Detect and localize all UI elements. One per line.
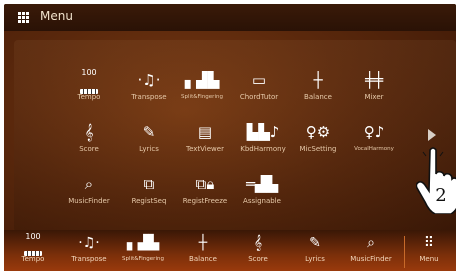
bottom-item-music-finder[interactable]: ⌕ MusicFinder bbox=[346, 232, 396, 270]
bottom-item-lyrics[interactable]: ✎ Lyrics bbox=[290, 232, 340, 270]
menu-item-label: RegistFreeze bbox=[182, 197, 228, 205]
music-finder-icon: ⌕ bbox=[84, 175, 94, 193]
bottom-item-label: MusicFinder bbox=[350, 255, 392, 263]
score-icon: 𝄞 bbox=[84, 123, 94, 141]
split-fingering-icon: ▖▟▙ bbox=[184, 71, 220, 89]
menu-item-label: Balance bbox=[304, 93, 332, 101]
bottom-shortcut-bar: 100 Tempo ·♫· Transpose ▖▟▙ Split&Finger… bbox=[4, 230, 456, 271]
menu-item-label: Tempo bbox=[77, 93, 101, 101]
regist-freeze-icon: ⧉🔒︎ bbox=[195, 175, 215, 193]
regist-seq-icon: ⧉ bbox=[143, 175, 155, 193]
lyrics-icon: ✎ bbox=[309, 235, 321, 251]
menu-item-label: MusicFinder bbox=[68, 197, 110, 205]
menu-item-transpose[interactable]: ·♫· Transpose bbox=[119, 68, 179, 112]
menu-item-music-finder[interactable]: ⌕ MusicFinder bbox=[59, 172, 119, 216]
menu-item-label: MicSetting bbox=[299, 145, 337, 153]
tempo-value: 100 bbox=[25, 232, 41, 241]
chevron-right-icon[interactable] bbox=[428, 129, 436, 141]
menu-item-label: Assignable bbox=[243, 197, 281, 205]
menu-item-regist-seq[interactable]: ⧉ RegistSeq bbox=[119, 172, 179, 216]
menu-item-tempo[interactable]: 100 Tempo bbox=[59, 68, 119, 112]
menu-item-label: VocalHarmony bbox=[354, 146, 394, 152]
tempo-icon: 100 bbox=[8, 232, 58, 256]
menu-item-label: RegistSeq bbox=[131, 197, 167, 205]
menu-item-label: ChordTutor bbox=[239, 93, 279, 101]
menu-item-label: Mixer bbox=[364, 93, 384, 101]
mixer-icon: ╪╪ bbox=[364, 71, 384, 89]
assignable-icon: ═▟▙ bbox=[245, 175, 279, 193]
menu-item-balance[interactable]: ┼ Balance bbox=[288, 68, 348, 112]
bottom-bar-divider bbox=[404, 236, 405, 268]
menu-item-label: Score bbox=[79, 145, 99, 153]
menu-item-mixer[interactable]: ╪╪ Mixer bbox=[344, 68, 404, 112]
menu-item-label: Split&Fingering bbox=[181, 94, 223, 100]
lyrics-icon: ✎ bbox=[142, 123, 156, 141]
menu-panel: 100 Tempo ·♫· Transpose ▖▟▙ Split&Finger… bbox=[14, 40, 456, 232]
vocal-harmony-icon: ♀♪ bbox=[363, 123, 385, 141]
bottom-item-tempo[interactable]: 100 Tempo bbox=[8, 232, 58, 270]
bottom-item-label: Tempo bbox=[21, 255, 45, 263]
menu-item-lyrics[interactable]: ✎ Lyrics bbox=[119, 120, 179, 164]
menu-item-label: Lyrics bbox=[139, 145, 159, 153]
transpose-icon: ·♫· bbox=[78, 235, 100, 251]
bottom-item-label: Split&Fingering bbox=[122, 256, 164, 262]
bottom-item-balance[interactable]: ┼ Balance bbox=[178, 232, 228, 270]
chord-tutor-icon: ▭ bbox=[251, 71, 267, 89]
menu-item-label: Transpose bbox=[131, 93, 167, 101]
page-title: Menu bbox=[40, 9, 73, 23]
menu-item-chord-tutor[interactable]: ▭ ChordTutor bbox=[229, 68, 289, 112]
menu-item-mic-setting[interactable]: ♀⚙ MicSetting bbox=[288, 120, 348, 164]
bottom-item-split-fingering[interactable]: ▖▟▙ Split&Fingering bbox=[118, 232, 168, 270]
score-icon: 𝄞 bbox=[253, 235, 263, 251]
bottom-item-label: Score bbox=[248, 255, 268, 263]
balance-icon: ┼ bbox=[198, 235, 208, 251]
kbd-harmony-icon: ▙▙♪ bbox=[246, 123, 280, 141]
bottom-item-score[interactable]: 𝄞 Score bbox=[233, 232, 283, 270]
music-finder-icon: ⌕ bbox=[367, 235, 375, 251]
bottom-item-label: Balance bbox=[189, 255, 217, 263]
pointing-hand-icon: 2 bbox=[416, 147, 456, 214]
tempo-icon: 100 bbox=[59, 68, 119, 94]
menu-item-kbd-harmony[interactable]: ▙▙♪ KbdHarmony bbox=[233, 120, 293, 164]
menu-item-regist-freeze[interactable]: ⧉🔒︎ RegistFreeze bbox=[175, 172, 235, 216]
tempo-value: 100 bbox=[81, 68, 97, 77]
bottom-item-label: Transpose bbox=[71, 255, 107, 263]
menu-item-vocal-harmony[interactable]: ♀♪ VocalHarmony bbox=[344, 120, 404, 164]
step-number: 2 bbox=[435, 185, 446, 206]
menu-item-split-fingering[interactable]: ▖▟▙ Split&Fingering bbox=[172, 68, 232, 112]
menu-grid-icon: ⠿ bbox=[423, 235, 435, 251]
split-fingering-icon: ▖▟▙ bbox=[126, 235, 160, 251]
bottom-item-menu[interactable]: ⠿ Menu bbox=[404, 232, 454, 270]
transpose-icon: ·♫· bbox=[137, 71, 161, 89]
balance-icon: ┼ bbox=[313, 71, 323, 89]
bottom-item-transpose[interactable]: ·♫· Transpose bbox=[64, 232, 114, 270]
menu-item-text-viewer[interactable]: ▤ TextViewer bbox=[175, 120, 235, 164]
title-bar: Menu bbox=[4, 4, 456, 31]
grid-icon bbox=[18, 12, 30, 23]
menu-item-label: KbdHarmony bbox=[240, 145, 286, 153]
menu-item-label: TextViewer bbox=[186, 145, 224, 153]
menu-item-assignable[interactable]: ═▟▙ Assignable bbox=[232, 172, 292, 216]
text-viewer-icon: ▤ bbox=[197, 123, 213, 141]
mic-setting-icon: ♀⚙ bbox=[305, 123, 331, 141]
bottom-item-label: Lyrics bbox=[305, 255, 325, 263]
bottom-item-label: Menu bbox=[419, 255, 439, 263]
menu-item-score[interactable]: 𝄞 Score bbox=[59, 120, 119, 164]
